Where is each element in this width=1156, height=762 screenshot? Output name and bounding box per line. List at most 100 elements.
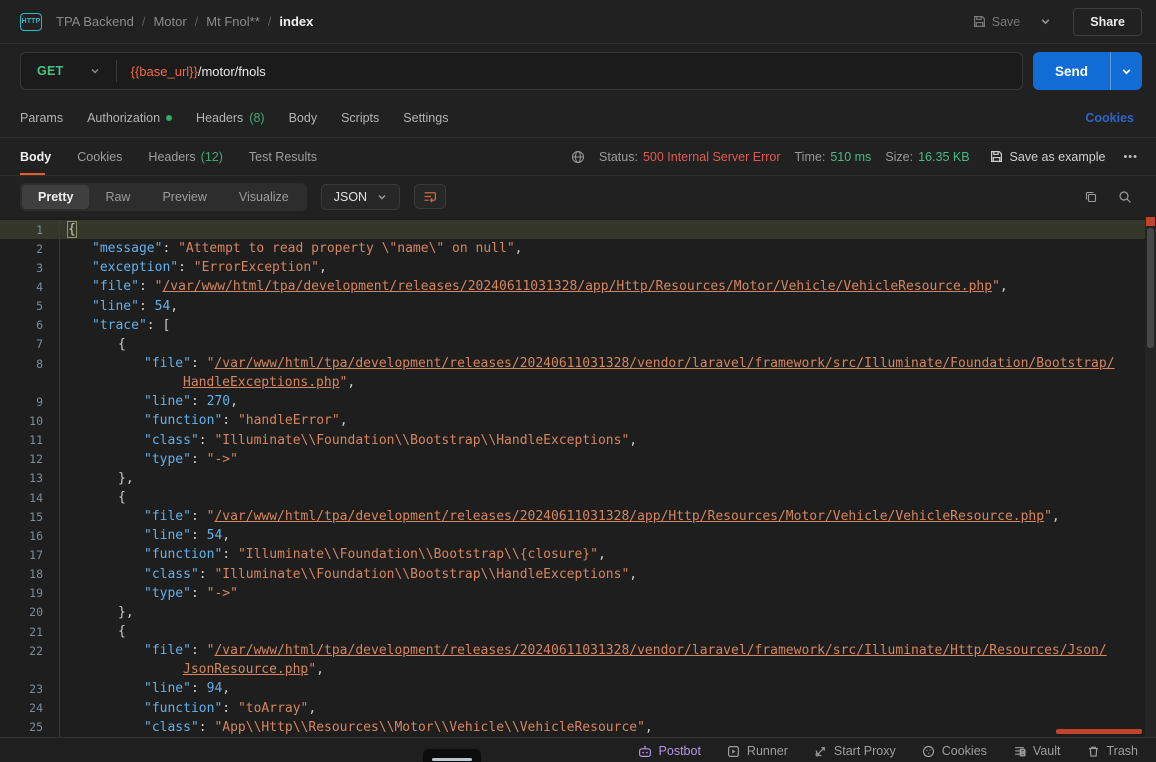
- code-token: "file": [92, 279, 139, 294]
- code-line-16: 16"line": 54,: [0, 526, 1156, 545]
- breadcrumb-separator: /: [142, 14, 146, 29]
- cookies-link[interactable]: Cookies: [1085, 111, 1142, 125]
- line-number: 10: [0, 411, 60, 430]
- breadcrumb-workspace[interactable]: TPA Backend: [56, 14, 134, 29]
- breadcrumb-collection[interactable]: Motor: [153, 14, 186, 29]
- save-as-example-button[interactable]: Save as example: [990, 150, 1106, 164]
- network-globe-icon[interactable]: [571, 150, 585, 164]
- code-text: {: [60, 624, 126, 639]
- request-tabs-bar: ParamsAuthorizationHeaders(8) Body Scripts…: [0, 98, 1156, 138]
- code-text: "line": 270,: [60, 394, 238, 409]
- footer-postbot-button[interactable]: Postbot: [638, 744, 701, 758]
- line-number: 18: [0, 565, 60, 584]
- response-tab-cookies[interactable]: Cookies: [77, 138, 122, 175]
- horizontal-scrollbar-thumb[interactable]: [1056, 729, 1142, 734]
- tab-label: Body: [289, 111, 318, 125]
- url-input[interactable]: {{base_url}}/motor/fnols: [117, 64, 280, 79]
- line-number: 2: [0, 239, 60, 258]
- code-line-23: 23"line": 94,: [0, 679, 1156, 698]
- code-token: "ErrorException": [194, 260, 319, 275]
- footer-vault-button[interactable]: Vault: [1013, 744, 1061, 758]
- code-text: },: [60, 471, 134, 486]
- footer-cookies-button[interactable]: Cookies: [922, 744, 987, 758]
- time-value: 510 ms: [830, 150, 871, 164]
- code-token: :: [191, 681, 207, 696]
- proxy-icon: [814, 745, 827, 758]
- save-icon: [990, 150, 1003, 163]
- code-text: {: [60, 490, 126, 505]
- more-options-button[interactable]: •••: [1119, 151, 1142, 163]
- status-footer-bar: Postbot Runner Start Proxy Cookies Vault Tras…: [0, 737, 1156, 762]
- method-selector[interactable]: GET: [21, 64, 116, 78]
- code-text: JsonResource.php",: [60, 662, 324, 677]
- vertical-scrollbar[interactable]: [1145, 217, 1156, 737]
- scrollbar-thumb[interactable]: [1147, 228, 1154, 348]
- code-line-17: 17"function": "Illuminate\\Foundation\\B…: [0, 545, 1156, 564]
- request-tab-params[interactable]: Params: [20, 98, 75, 137]
- breadcrumb-request-name: index: [279, 14, 313, 29]
- code-token: {: [67, 221, 77, 238]
- code-token: :: [178, 260, 194, 275]
- code-line-3: 3"exception": "ErrorException",: [0, 258, 1156, 277]
- request-tab-settings[interactable]: Settings: [391, 98, 460, 137]
- response-tab-test-results[interactable]: Test Results: [249, 138, 317, 175]
- code-text: "function": "toArray",: [60, 701, 316, 716]
- file-path-link[interactable]: /var/www/html/tpa/development/releases/2…: [214, 509, 1044, 524]
- code-token: },: [118, 471, 134, 486]
- code-text: "class": "Illuminate\\Foundation\\Bootst…: [60, 567, 637, 582]
- language-dropdown[interactable]: JSON: [321, 184, 400, 210]
- file-path-link[interactable]: JsonResource.php: [183, 662, 308, 677]
- footer-item-label: Trash: [1107, 744, 1139, 758]
- code-line-5: 5"line": 54,: [0, 297, 1156, 316]
- code-token: ,: [222, 528, 230, 543]
- code-line-7: 7{: [0, 335, 1156, 354]
- postbot-icon: [638, 745, 652, 758]
- code-token: "file": [144, 509, 191, 524]
- response-body-viewer[interactable]: 1{2"message": "Attempt to read property …: [0, 217, 1156, 737]
- tab-label: Headers: [148, 150, 195, 164]
- line-number: 4: [0, 277, 60, 296]
- search-response-icon[interactable]: [1118, 190, 1132, 204]
- footer-start-proxy-button[interactable]: Start Proxy: [814, 744, 896, 758]
- view-mode-preview[interactable]: Preview: [146, 185, 222, 209]
- code-token: "handleError": [238, 413, 340, 428]
- breadcrumb-folder[interactable]: Mt Fnol**: [206, 14, 259, 29]
- code-line-19: 19"type": "->": [0, 584, 1156, 603]
- code-token: "function": [144, 413, 222, 428]
- footer-trash-button[interactable]: Trash: [1087, 744, 1139, 758]
- file-path-link[interactable]: HandleExceptions.php: [183, 375, 340, 390]
- code-token: :: [191, 586, 207, 601]
- size-label: Size:: [885, 150, 913, 164]
- code-token: :: [199, 433, 215, 448]
- request-tab-scripts[interactable]: Scripts: [329, 98, 391, 137]
- code-token: ,: [515, 241, 523, 256]
- send-options-chevron-icon[interactable]: [1111, 52, 1142, 90]
- code-token: ,: [340, 413, 348, 428]
- file-path-link[interactable]: /var/www/html/tpa/development/releases/2…: [214, 356, 1114, 371]
- send-button[interactable]: Send: [1033, 52, 1111, 90]
- request-tab-headers[interactable]: Headers(8): [184, 98, 277, 137]
- code-token: ,: [645, 720, 653, 735]
- save-button[interactable]: Save: [965, 9, 1029, 35]
- response-tab-headers[interactable]: Headers(12): [148, 138, 222, 175]
- request-tab-authorization[interactable]: Authorization: [75, 98, 184, 137]
- view-mode-visualize[interactable]: Visualize: [223, 185, 305, 209]
- save-options-chevron-icon[interactable]: [1032, 10, 1059, 33]
- code-line-wrap: HandleExceptions.php",: [0, 373, 1156, 392]
- tab-label: Cookies: [77, 150, 122, 164]
- view-mode-raw[interactable]: Raw: [89, 185, 146, 209]
- code-token: "file": [144, 356, 191, 371]
- file-path-link[interactable]: /var/www/html/tpa/development/releases/2…: [162, 279, 992, 294]
- code-token: "message": [92, 241, 162, 256]
- response-tab-body[interactable]: Body: [20, 138, 51, 175]
- wrap-lines-button[interactable]: [414, 184, 446, 209]
- code-token: "function": [144, 701, 222, 716]
- footer-runner-button[interactable]: Runner: [727, 744, 788, 758]
- file-path-link[interactable]: /var/www/html/tpa/development/releases/2…: [214, 643, 1106, 658]
- view-mode-pretty[interactable]: Pretty: [22, 185, 89, 209]
- code-token: ,: [1000, 279, 1008, 294]
- copy-response-icon[interactable]: [1084, 190, 1098, 204]
- save-as-example-label: Save as example: [1010, 150, 1106, 164]
- request-tab-body[interactable]: Body: [277, 98, 330, 137]
- share-button[interactable]: Share: [1073, 8, 1142, 36]
